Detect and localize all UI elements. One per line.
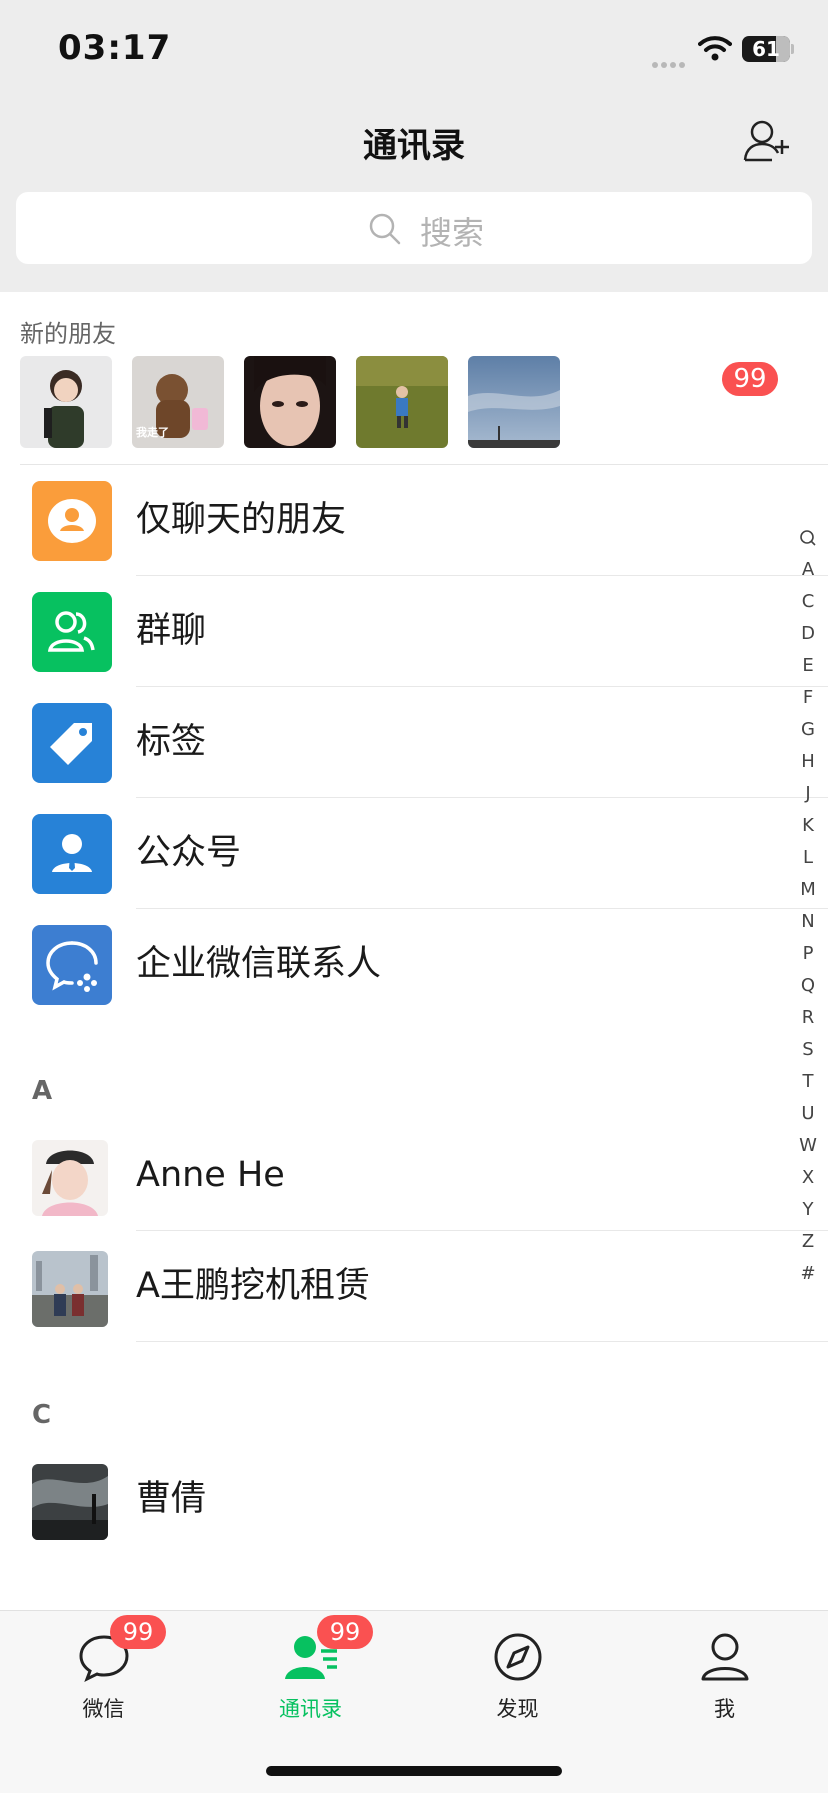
wifi-icon: [698, 36, 732, 61]
wecom-contacts-icon: [32, 925, 112, 1005]
index-letter[interactable]: C: [796, 586, 820, 618]
index-letter[interactable]: G: [796, 714, 820, 746]
search-placeholder: 搜索: [420, 214, 485, 252]
index-letter[interactable]: P: [796, 938, 820, 970]
tab-label: 发现: [496, 1697, 539, 1721]
tab-label: 通讯录: [279, 1697, 342, 1721]
index-letter[interactable]: D: [796, 618, 820, 650]
new-friends-title: 新的朋友: [20, 320, 116, 348]
top-header-area: 03:17 61 通讯录 搜索: [0, 0, 828, 292]
index-letter[interactable]: #: [796, 1258, 820, 1290]
cellular-signal-icon: [652, 53, 688, 72]
index-letter[interactable]: H: [796, 746, 820, 778]
index-search-icon[interactable]: [796, 522, 820, 554]
new-friend-avatar[interactable]: [20, 356, 112, 448]
official-account-icon: [32, 814, 112, 894]
contact-row[interactable]: 曹倩: [0, 1444, 828, 1555]
contact-avatar: [32, 1251, 108, 1327]
new-friends-badge: 99: [722, 362, 778, 396]
contact-row[interactable]: A王鹏挖机租赁: [0, 1231, 828, 1342]
battery-icon: 61: [742, 36, 790, 62]
chat-only-friends-icon: [32, 481, 112, 561]
section-header-c: C: [32, 1400, 52, 1430]
tab-me[interactable]: 我: [621, 1611, 828, 1731]
index-letter[interactable]: J: [796, 778, 820, 810]
avatar-overlay-text: 我走了: [136, 426, 169, 439]
add-contact-icon[interactable]: [742, 118, 792, 164]
battery-level: 61: [752, 37, 780, 61]
tab-badge: 99: [317, 1615, 373, 1649]
index-letter[interactable]: A: [796, 554, 820, 586]
contact-avatar: [32, 1464, 108, 1540]
contact-name: Anne He: [136, 1155, 285, 1195]
tab-chats[interactable]: 微信 99: [0, 1611, 207, 1731]
contact-name: A王鹏挖机租赁: [136, 1266, 370, 1306]
tag-icon: [32, 703, 112, 783]
index-letter[interactable]: X: [796, 1162, 820, 1194]
battery-tip: [791, 44, 794, 54]
menu-label: 公众号: [136, 833, 242, 873]
menu-official-accounts[interactable]: 公众号: [0, 798, 828, 909]
tab-label: 微信: [82, 1697, 125, 1721]
new-friend-avatar[interactable]: [468, 356, 560, 448]
person-icon: [701, 1633, 749, 1681]
tab-contacts[interactable]: 通讯录 99: [207, 1611, 414, 1731]
compass-icon: [494, 1633, 542, 1681]
alphabet-index[interactable]: A C D E F G H J K L M N P Q R S T U W X …: [796, 522, 820, 1290]
search-input[interactable]: 搜索: [16, 192, 812, 264]
index-letter[interactable]: W: [796, 1130, 820, 1162]
index-letter[interactable]: T: [796, 1066, 820, 1098]
contact-name: 曹倩: [136, 1479, 207, 1519]
menu-chat-only-friends[interactable]: 仅聊天的朋友: [0, 465, 828, 576]
contact-avatar: [32, 1140, 108, 1216]
menu-label: 仅聊天的朋友: [136, 500, 347, 540]
page-title: 通讯录: [363, 126, 465, 166]
menu-label: 标签: [136, 722, 207, 762]
index-letter[interactable]: E: [796, 650, 820, 682]
index-letter[interactable]: R: [796, 1002, 820, 1034]
menu-tags[interactable]: 标签: [0, 687, 828, 798]
menu-wecom-contacts[interactable]: 企业微信联系人: [0, 909, 828, 1020]
new-friend-avatar[interactable]: 我走了: [132, 356, 224, 448]
index-letter[interactable]: U: [796, 1098, 820, 1130]
section-header-a: A: [32, 1076, 53, 1106]
divider: [136, 1341, 828, 1342]
home-indicator[interactable]: [266, 1766, 562, 1776]
new-friend-avatar[interactable]: [356, 356, 448, 448]
menu-label: 企业微信联系人: [136, 944, 382, 984]
menu-group-chats[interactable]: 群聊: [0, 576, 828, 687]
new-friend-avatar[interactable]: [244, 356, 336, 448]
menu-label: 群聊: [136, 611, 207, 651]
index-letter[interactable]: K: [796, 810, 820, 842]
contact-row[interactable]: Anne He: [0, 1120, 828, 1231]
index-letter[interactable]: Y: [796, 1194, 820, 1226]
index-letter[interactable]: L: [796, 842, 820, 874]
search-icon: [369, 213, 401, 245]
index-letter[interactable]: Z: [796, 1226, 820, 1258]
index-letter[interactable]: F: [796, 682, 820, 714]
tab-discover[interactable]: 发现: [414, 1611, 621, 1731]
tab-label: 我: [714, 1697, 735, 1721]
group-chat-icon: [32, 592, 112, 672]
index-letter[interactable]: S: [796, 1034, 820, 1066]
status-time: 03:17: [58, 28, 172, 68]
index-letter[interactable]: M: [796, 874, 820, 906]
index-letter[interactable]: Q: [796, 970, 820, 1002]
tab-badge: 99: [110, 1615, 166, 1649]
index-letter[interactable]: N: [796, 906, 820, 938]
